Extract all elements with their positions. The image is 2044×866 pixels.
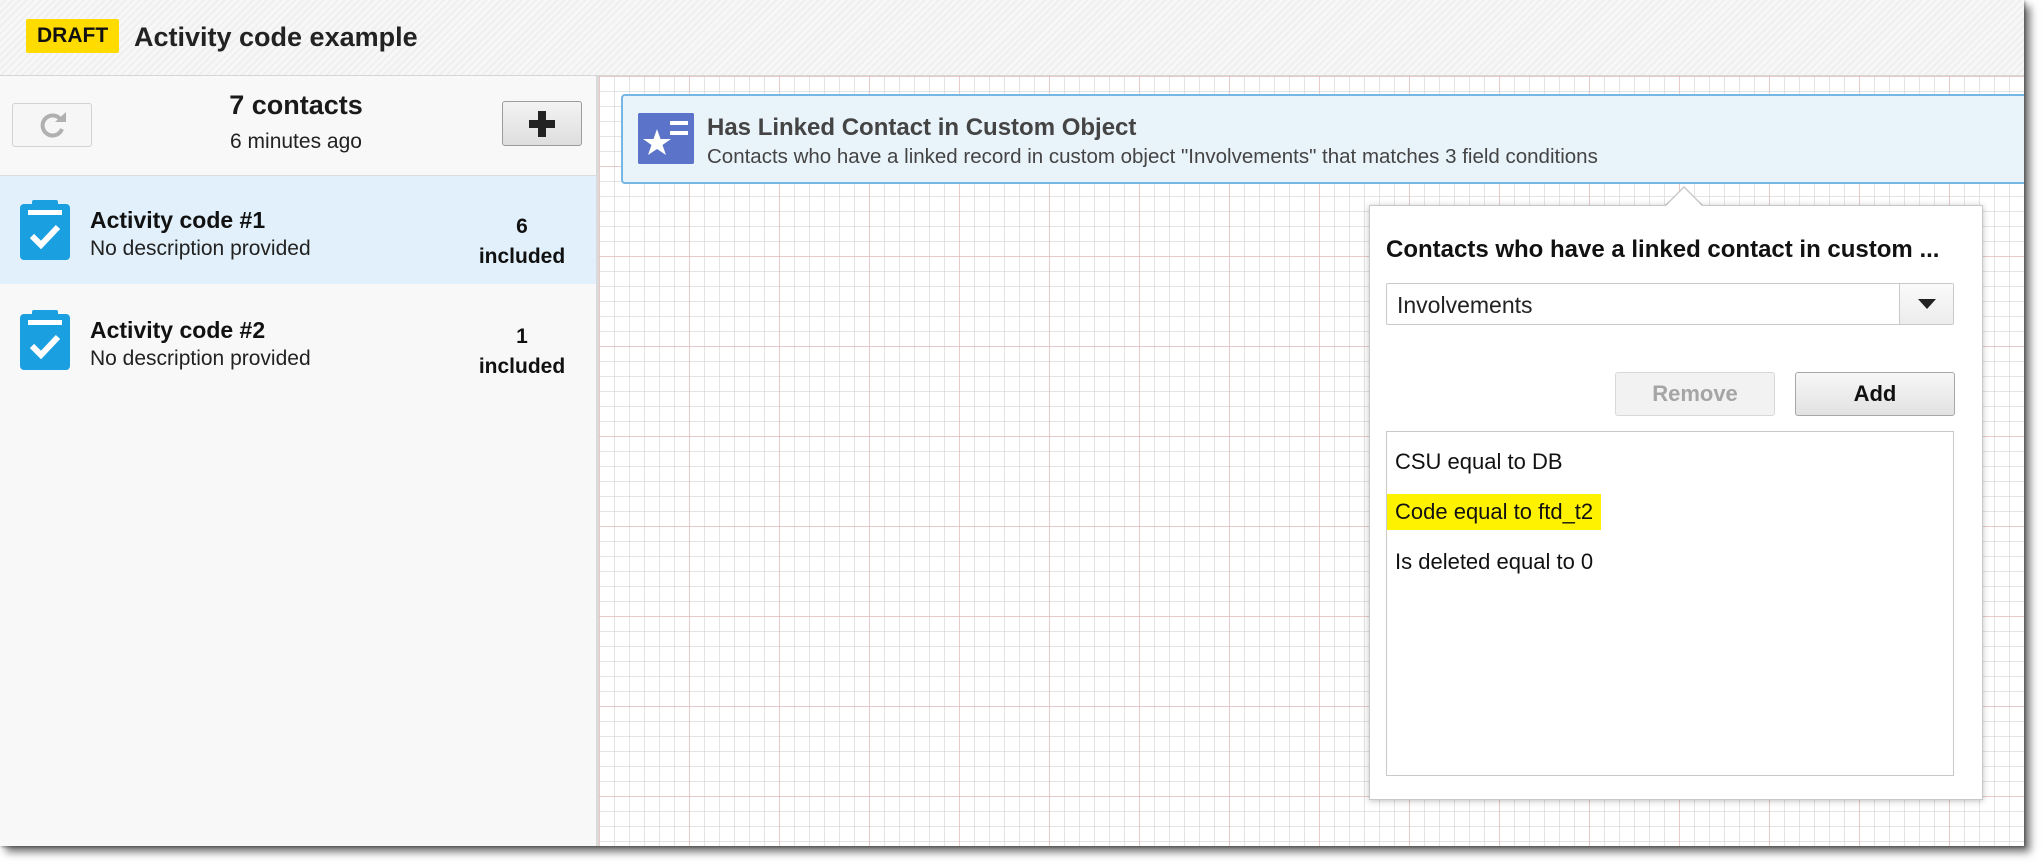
refresh-icon [40,112,66,138]
remove-button[interactable]: Remove [1615,372,1775,416]
clipboard-check-icon [20,310,70,370]
popover-title: Contacts who have a linked contact in cu… [1386,236,1940,263]
condition-item[interactable]: Is deleted equal to 0 [1387,544,1601,580]
contact-count: 7 contacts [229,90,363,120]
segment-count: 6 included [470,212,574,272]
segment-title: Activity code #2 [90,317,266,343]
select-value: Involvements [1397,292,1533,318]
popover-arrow-inner [1666,188,1702,206]
segment-list-item[interactable]: Activity code #2 No description provided… [0,286,596,394]
count-value: 1 [516,325,528,348]
clipboard-check-icon [20,200,70,260]
sidebar-summary: 7 contacts 6 minutes ago [0,76,596,176]
conditions-list: CSU equal to DB Code equal to ftd_t2 Is … [1386,431,1954,776]
count-label: included [478,355,566,378]
segment-count: 1 included [470,322,574,382]
refresh-button[interactable] [12,103,92,147]
criteria-card[interactable]: Has Linked Contact in Custom Object Cont… [621,94,2024,184]
star-list-icon [638,113,694,164]
last-updated: 6 minutes ago [230,130,362,153]
segment-title: Activity code #1 [90,207,266,233]
segment-list-item[interactable]: Activity code #1 No description provided… [0,176,596,284]
criteria-title: Has Linked Contact in Custom Object [707,114,1137,141]
criteria-description: Contacts who have a linked record in cus… [707,145,1598,168]
add-segment-button[interactable] [502,101,582,146]
criteria-popover: Contacts who have a linked contact in cu… [1369,205,1983,800]
plus-icon [529,110,555,137]
condition-item-selected[interactable]: Code equal to ftd_t2 [1387,494,1602,530]
app-window: DRAFT Activity code example 7 contacts 6… [0,0,2024,846]
segment-description: No description provided [90,237,311,260]
add-button[interactable]: Add [1795,372,1955,416]
condition-item[interactable]: CSU equal to DB [1387,444,1571,480]
draft-badge: DRAFT [26,19,120,53]
count-value: 6 [516,215,528,238]
segment-sidebar: 7 contacts 6 minutes ago Activity code #… [0,76,599,846]
page-title[interactable]: Activity code example [134,22,418,53]
segment-description: No description provided [90,347,311,370]
header-bar: DRAFT Activity code example [0,0,2024,76]
caret-down-icon [1917,299,1936,309]
count-label: included [478,245,566,268]
select-dropdown-button[interactable] [1899,284,1953,324]
custom-object-select[interactable]: Involvements [1386,283,1954,325]
